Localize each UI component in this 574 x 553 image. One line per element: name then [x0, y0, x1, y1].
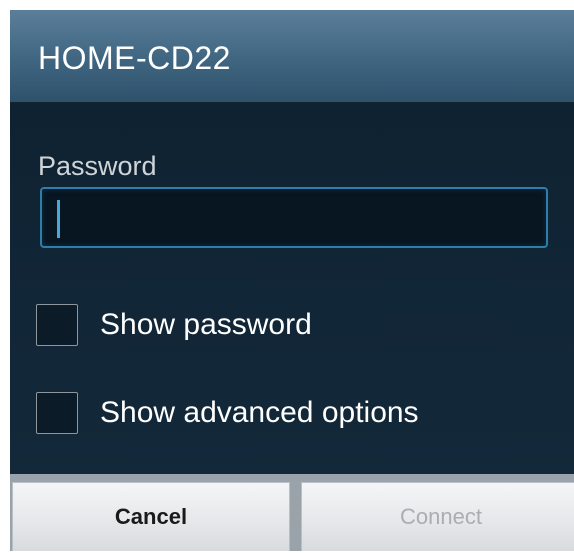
show-password-label[interactable]: Show password: [100, 305, 312, 345]
show-advanced-options-label[interactable]: Show advanced options: [100, 393, 419, 433]
show-advanced-options-option[interactable]: Show advanced options: [10, 387, 574, 437]
password-label: Password: [38, 151, 157, 181]
wifi-connect-dialog: HOME-CD22 Password Show password Show ad…: [10, 10, 574, 551]
dialog-button-bar: Cancel Connect: [10, 474, 574, 551]
show-password-option[interactable]: Show password: [10, 299, 574, 349]
show-password-checkbox[interactable]: [36, 304, 78, 346]
dialog-title-bar: HOME-CD22: [10, 10, 574, 104]
text-caret: [57, 200, 60, 238]
dialog-title: HOME-CD22: [38, 40, 231, 76]
dialog-body: Password Show password Show advanced opt…: [10, 104, 574, 474]
password-input[interactable]: [40, 187, 548, 248]
show-advanced-options-checkbox[interactable]: [36, 392, 78, 434]
cancel-button[interactable]: Cancel: [12, 482, 290, 551]
connect-button[interactable]: Connect: [301, 482, 574, 551]
